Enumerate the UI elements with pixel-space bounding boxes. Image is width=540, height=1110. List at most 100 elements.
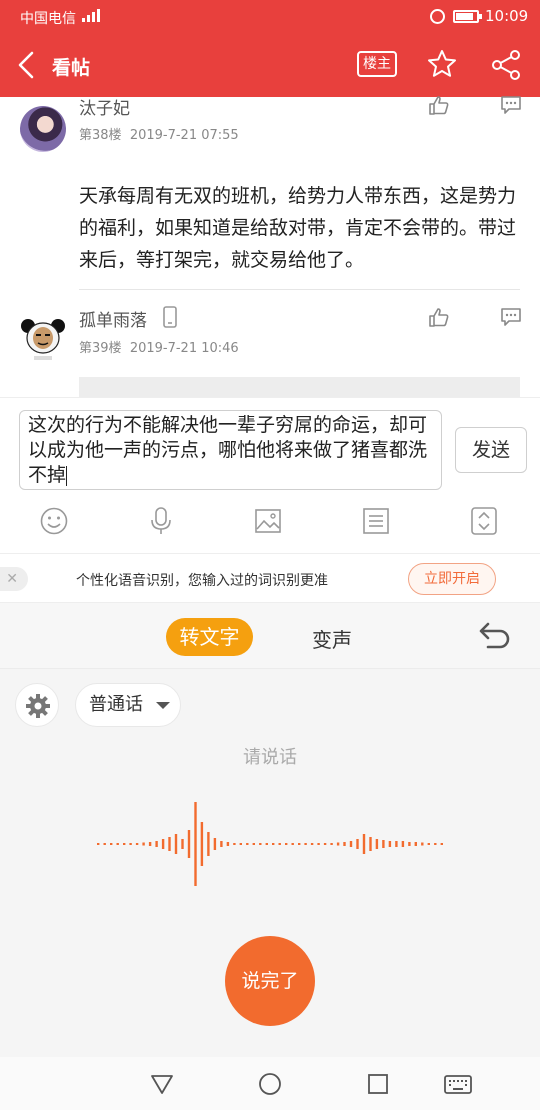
gear-icon	[26, 694, 50, 718]
waveform-bar	[187, 830, 191, 858]
keyboard-icon[interactable]	[444, 1071, 472, 1097]
waveform-bar	[440, 843, 443, 845]
waveform-bar	[330, 843, 333, 845]
voice-tabs: 转文字 变声	[0, 603, 540, 669]
share-icon[interactable]	[491, 49, 523, 81]
finish-speaking-button[interactable]: 说完了	[225, 936, 315, 1026]
waveform-bar	[110, 843, 113, 845]
waveform-bar	[349, 841, 353, 847]
waveform-bar	[291, 843, 294, 845]
waveform-bar	[317, 843, 320, 845]
waveform-bar	[161, 839, 165, 849]
waveform-bar	[142, 842, 145, 846]
voice-waveform	[97, 802, 443, 886]
waveform-bar	[213, 838, 217, 850]
voice-panel: 普通话 请说话 说完了	[0, 669, 540, 1057]
post-floor-39: 孤单雨落 第39楼 2019-7-21 10:46	[0, 290, 540, 397]
send-button[interactable]: 发送	[455, 427, 527, 473]
waveform-bar	[265, 843, 268, 845]
speak-hint: 请说话	[243, 747, 297, 768]
waveform-bar	[362, 834, 366, 854]
waveform-bar	[395, 841, 398, 847]
undo-icon[interactable]	[474, 619, 514, 653]
waveform-bar	[285, 843, 288, 845]
close-icon[interactable]: ✕	[0, 567, 28, 591]
post-meta: 第39楼 2019-7-21 10:46	[79, 337, 239, 356]
settings-button[interactable]	[15, 683, 59, 727]
waveform-bar	[181, 839, 184, 849]
waveform-bar	[375, 839, 379, 849]
page-title: 看帖	[52, 57, 91, 79]
like-icon[interactable]	[428, 306, 450, 328]
waveform-bar	[304, 843, 307, 845]
quote-box	[79, 377, 520, 397]
page-header: 看帖 楼主	[0, 34, 540, 97]
waveform-bar	[148, 842, 152, 846]
waveform-bar	[252, 843, 255, 845]
waveform-bar	[135, 843, 139, 845]
recents-square-icon[interactable]	[365, 1071, 391, 1097]
waveform-bar	[226, 842, 230, 846]
waveform-bar	[388, 841, 392, 847]
post-floor: 第39楼	[79, 341, 122, 356]
battery-fill	[456, 13, 473, 20]
waveform-bar	[382, 840, 385, 848]
waveform-bar	[233, 843, 236, 845]
tab-speech-to-text[interactable]: 转文字	[166, 618, 253, 656]
avatar[interactable]	[20, 106, 66, 152]
phone-icon	[163, 306, 177, 328]
comment-icon[interactable]	[500, 94, 522, 116]
like-icon[interactable]	[428, 94, 450, 116]
waveform-bar	[97, 843, 100, 845]
tab-voice-change[interactable]: 变声	[312, 624, 352, 653]
signal-icon	[82, 9, 100, 22]
language-select[interactable]: 普通话	[75, 683, 181, 727]
waveform-bar	[194, 802, 197, 886]
back-triangle-icon[interactable]	[149, 1071, 175, 1097]
emoji-icon[interactable]	[39, 506, 69, 536]
back-icon[interactable]	[14, 48, 42, 82]
text-cursor	[66, 465, 68, 486]
post-date: 2019-7-21 07:55	[129, 128, 239, 143]
post-floor: 第38楼	[79, 128, 122, 143]
clock: 10:09	[485, 7, 529, 25]
post-author[interactable]: 孤单雨落	[79, 306, 147, 331]
waveform-bar	[343, 842, 346, 846]
waveform-bar	[408, 842, 411, 846]
only-op-button[interactable]: 楼主	[357, 51, 397, 77]
waveform-bar	[239, 843, 242, 845]
post-body: 天承每周有无双的班机，给势力人带东西，这是势力的福利，如果知道是给敌对带，肯定不…	[79, 185, 517, 271]
list-icon[interactable]	[361, 506, 391, 536]
reply-input[interactable]: 这次的行为不能解决他一辈子穷屌的命运，却可以成为他一声的污点，哪怕他将来做了猪喜…	[19, 410, 442, 490]
enable-now-button[interactable]: 立即开启	[408, 563, 496, 595]
tip-text: 个性化语音识别，您输入过的词识别更准	[76, 573, 328, 589]
waveform-bar	[356, 839, 359, 849]
home-circle-icon[interactable]	[257, 1071, 283, 1097]
avatar[interactable]	[20, 316, 66, 362]
waveform-bar	[168, 837, 171, 851]
post-floor-38: 汰子妃 第38楼 2019-7-21 07:55 天承每周有无双的班机，给势力人…	[0, 94, 540, 290]
post-meta: 第38楼 2019-7-21 07:55	[79, 124, 239, 143]
waveform-bar	[155, 841, 158, 847]
post-date: 2019-7-21 10:46	[129, 341, 239, 356]
input-toolbar	[0, 497, 540, 553]
language-value: 普通话	[89, 694, 143, 715]
waveform-bar	[259, 843, 262, 845]
alarm-icon	[430, 9, 445, 24]
battery-icon	[453, 10, 482, 23]
expand-icon[interactable]	[469, 506, 499, 536]
waveform-bar	[207, 832, 210, 856]
microphone-icon[interactable]	[146, 506, 176, 536]
comment-icon[interactable]	[500, 306, 522, 328]
waveform-bar	[421, 842, 424, 846]
waveform-bar	[278, 843, 281, 845]
status-bar: 中国电信 10:09	[0, 0, 540, 34]
voice-tip-bar: ✕ 个性化语音识别，您输入过的词识别更准 立即开启	[0, 553, 540, 603]
waveform-bar	[123, 843, 126, 845]
waveform-bar	[272, 843, 275, 845]
post-author[interactable]: 汰子妃	[79, 94, 130, 119]
waveform-bar	[103, 843, 106, 845]
star-icon[interactable]	[426, 48, 458, 80]
image-icon[interactable]	[253, 506, 283, 536]
waveform-bar	[434, 843, 437, 845]
